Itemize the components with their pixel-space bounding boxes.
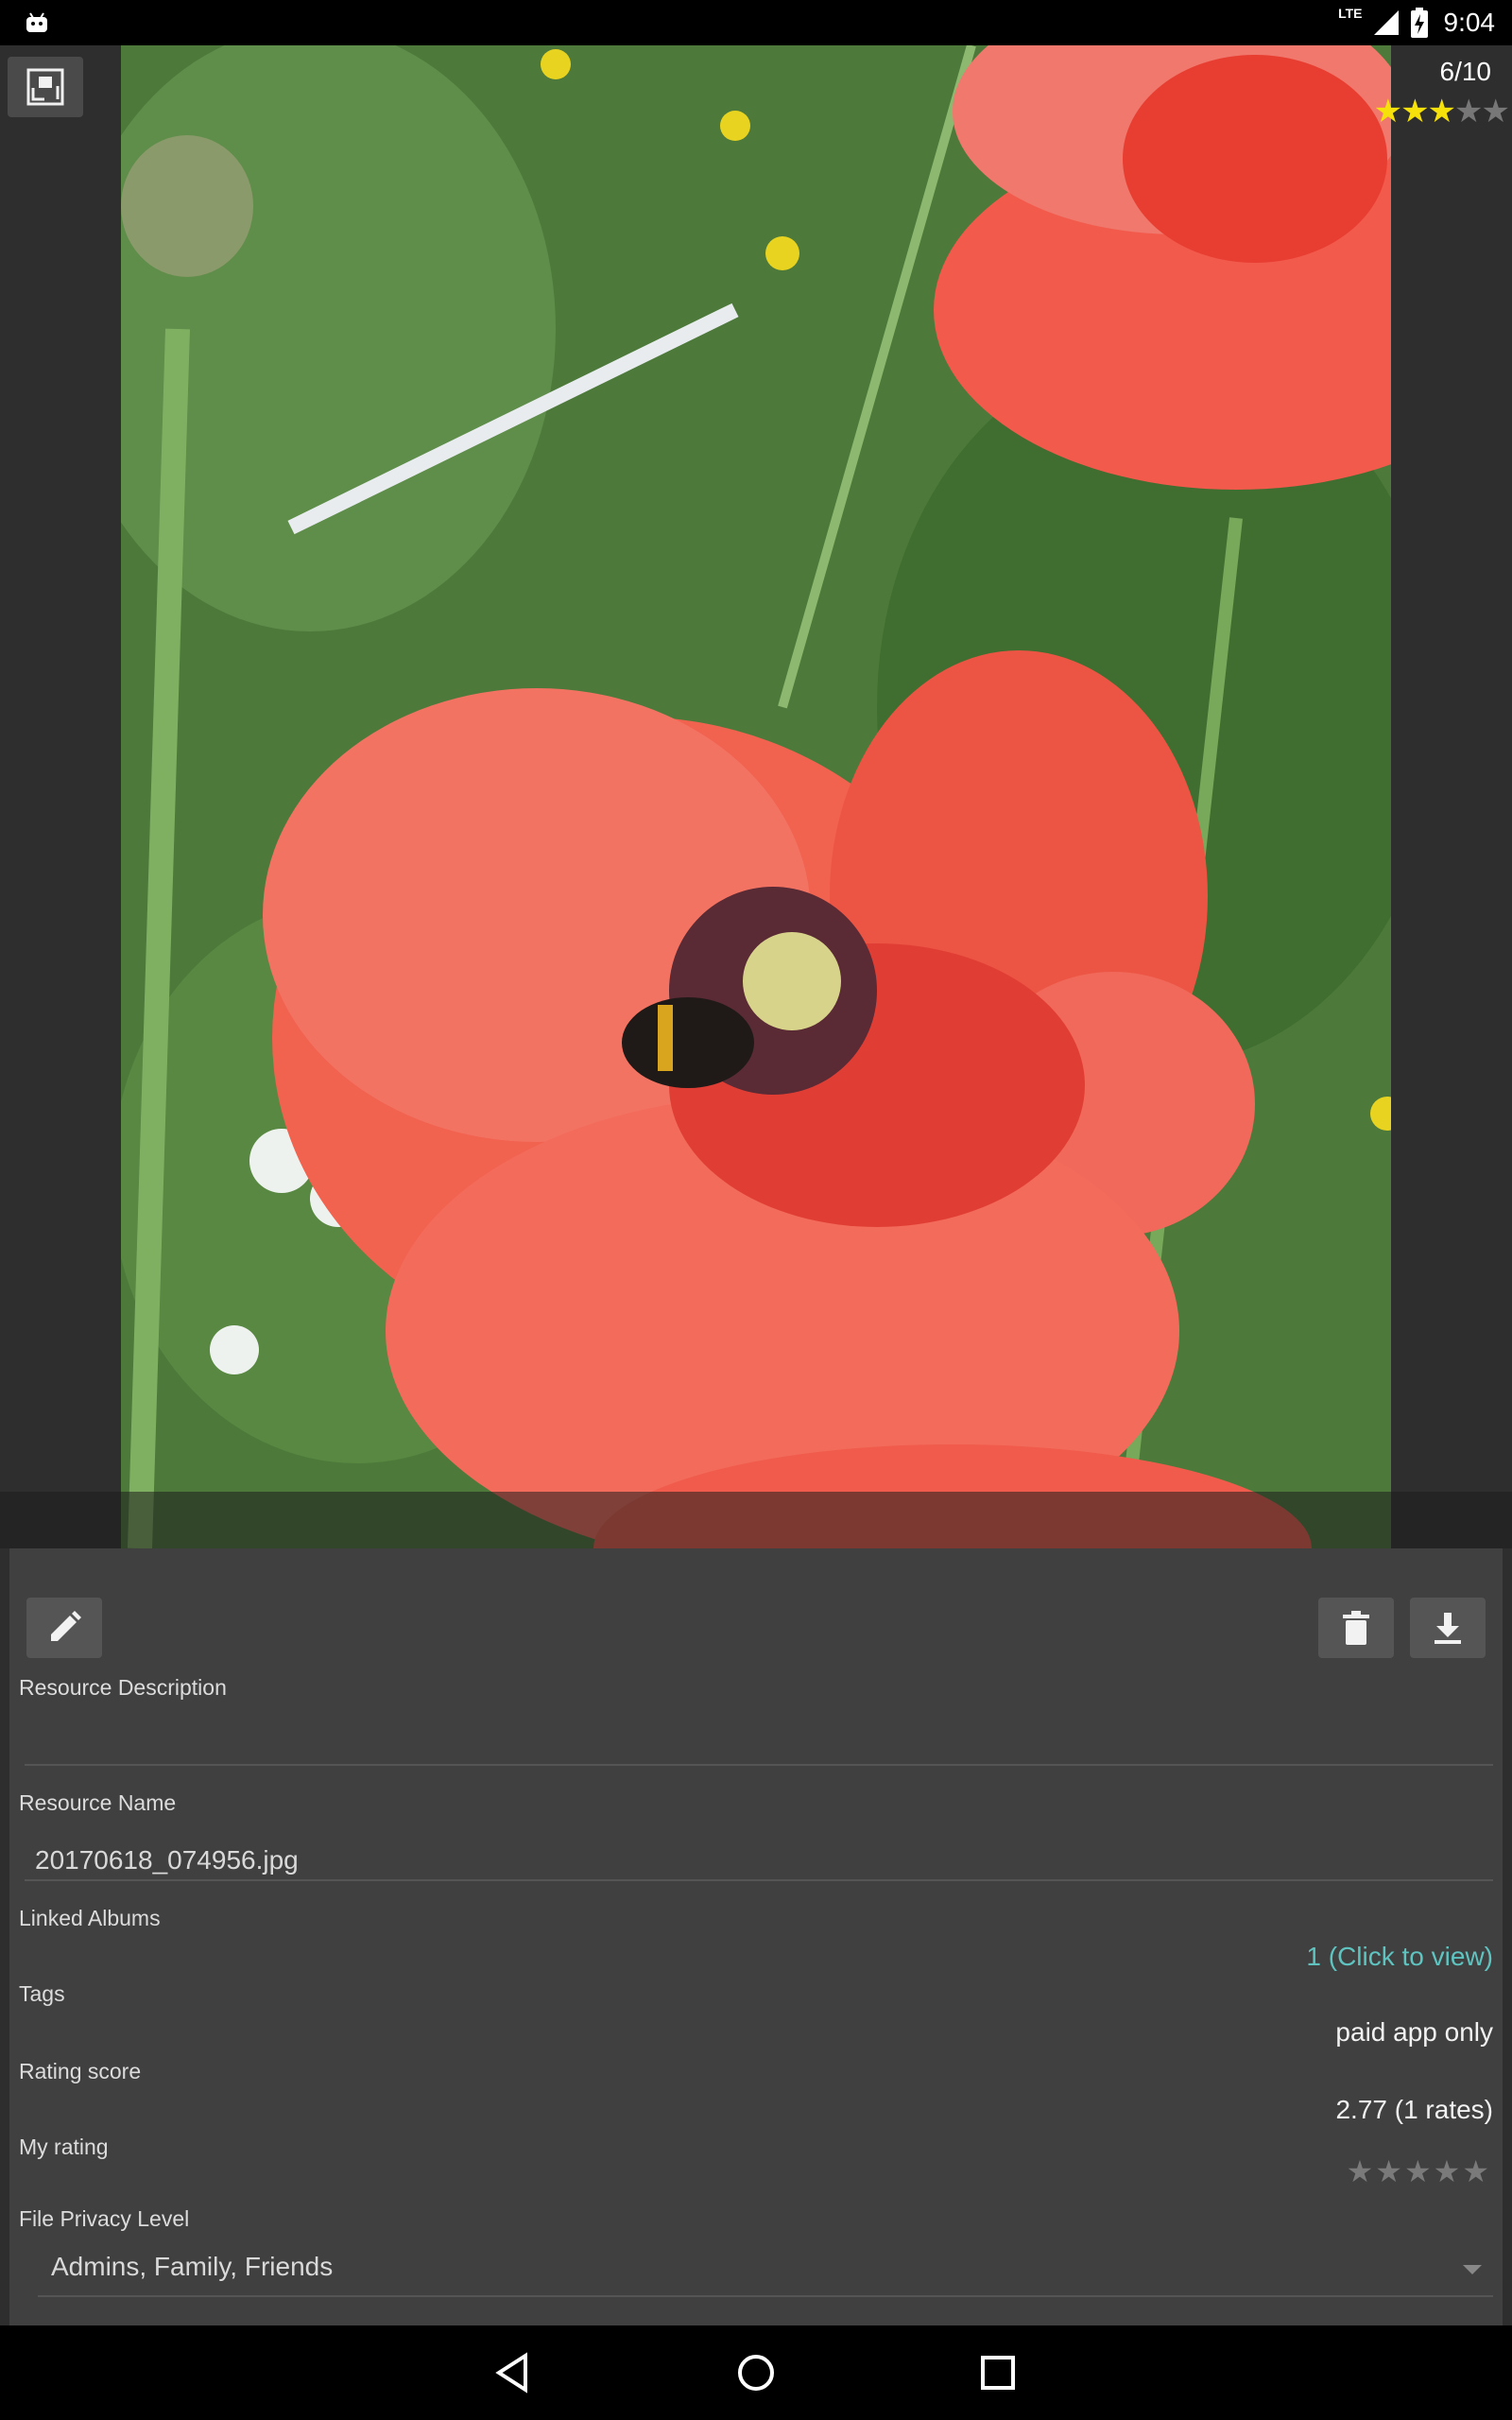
- top-rating-stars: ★★★★★: [1373, 93, 1511, 130]
- my-rating-label: My rating: [19, 2135, 109, 2159]
- star-icon[interactable]: ★: [1404, 2154, 1434, 2188]
- navigation-bar: [0, 2325, 1512, 2420]
- star-icon[interactable]: ★: [1462, 2154, 1491, 2188]
- back-icon[interactable]: [491, 2350, 537, 2395]
- resource-details-panel: Resource Description Resource Name 20170…: [9, 1548, 1503, 2325]
- download-button[interactable]: [1410, 1598, 1486, 1658]
- star-icon: ★: [1481, 94, 1511, 130]
- star-icon[interactable]: ★: [1375, 2154, 1404, 2188]
- trash-icon: [1343, 1611, 1369, 1645]
- fit-screen-icon: [26, 68, 64, 106]
- image-viewer[interactable]: 6/10 ★★★★★: [0, 45, 1512, 1548]
- home-icon[interactable]: [733, 2350, 779, 2395]
- fullscreen-toggle-button[interactable]: [8, 57, 83, 117]
- star-icon[interactable]: ★: [1434, 2154, 1463, 2188]
- delete-button[interactable]: [1318, 1598, 1394, 1658]
- clock: 9:04: [1443, 8, 1496, 37]
- linked-albums-link[interactable]: 1 (Click to view): [1306, 1942, 1493, 1972]
- download-icon: [1435, 1613, 1461, 1644]
- name-value[interactable]: 20170618_074956.jpg: [35, 1845, 299, 1876]
- photo-illustration: [121, 45, 1391, 1548]
- privacy-underline: [38, 2295, 1493, 2297]
- rating-score-value: 2.77 (1 rates): [1335, 2095, 1493, 2124]
- star-icon: ★: [1427, 94, 1457, 130]
- status-icons: LTE 9:04: [1338, 0, 1495, 45]
- description-label: Resource Description: [19, 1675, 227, 1700]
- network-type: LTE: [1338, 6, 1363, 21]
- android-notification-icon: [26, 12, 47, 32]
- pencil-icon: [51, 1611, 81, 1641]
- my-rating-stars[interactable]: ★★★★★: [1347, 2153, 1491, 2189]
- signal-icon: [1373, 10, 1399, 35]
- rating-score-label: Rating score: [19, 2059, 142, 2083]
- photo-poppy-with-bee[interactable]: [121, 45, 1391, 1548]
- image-counter: 6/10: [1439, 57, 1492, 86]
- tags-label: Tags: [19, 1981, 65, 2006]
- photo-shade: [0, 1492, 1512, 1548]
- edit-button[interactable]: [26, 1598, 102, 1658]
- linked-albums-label: Linked Albums: [19, 1906, 161, 1930]
- status-bar: LTE 9:04: [0, 0, 1512, 45]
- name-underline: [25, 1879, 1493, 1881]
- name-label: Resource Name: [19, 1790, 177, 1815]
- recents-icon[interactable]: [975, 2350, 1021, 2395]
- chevron-down-icon[interactable]: [1463, 2265, 1482, 2274]
- star-icon: ★: [1373, 94, 1403, 130]
- privacy-label: File Privacy Level: [19, 2206, 190, 2231]
- star-icon: ★: [1454, 94, 1484, 130]
- battery-charging-icon: [1410, 8, 1428, 38]
- star-icon: ★: [1400, 94, 1430, 130]
- star-icon[interactable]: ★: [1347, 2154, 1376, 2188]
- description-underline: [25, 1764, 1493, 1766]
- privacy-select[interactable]: Admins, Family, Friends: [51, 2252, 333, 2282]
- tags-value: paid app only: [1335, 2017, 1493, 2047]
